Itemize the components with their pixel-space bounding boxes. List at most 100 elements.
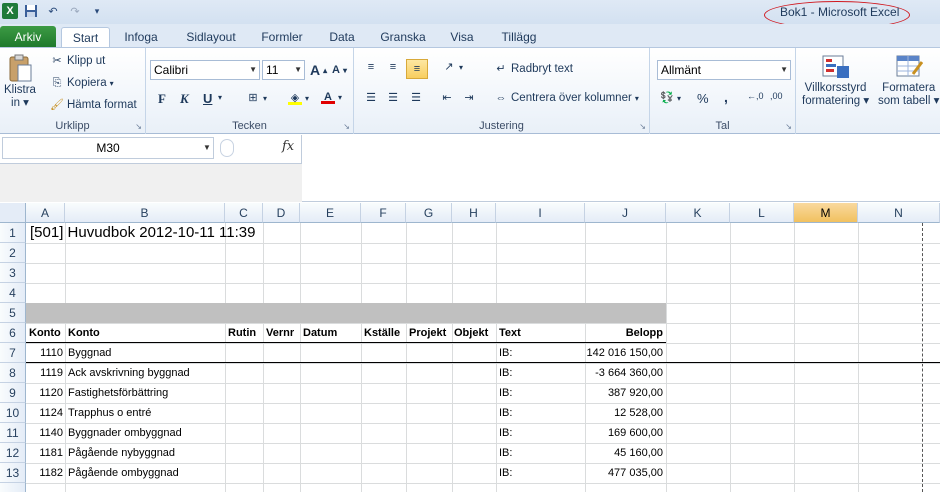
row-header-13[interactable]: 13 xyxy=(0,463,26,483)
undo-icon[interactable]: ↶ xyxy=(44,2,62,20)
cell-namn[interactable]: Byggnad xyxy=(68,343,111,363)
cell-text[interactable]: IB: xyxy=(499,403,512,423)
cell-text[interactable]: IB: xyxy=(499,363,512,383)
increase-decimal-button[interactable]: ←,0 xyxy=(747,91,764,101)
row-header-4[interactable]: 4 xyxy=(0,283,26,303)
conditional-formatting-button[interactable]: Villkorsstyrd formatering ▾ xyxy=(802,54,869,108)
header-rutin[interactable]: Rutin xyxy=(228,323,256,343)
cell-belopp[interactable]: 45 160,00 xyxy=(585,443,663,463)
row-header-1[interactable]: 1 xyxy=(0,223,26,243)
tab-formler[interactable]: Formler xyxy=(256,27,308,47)
row-header-10[interactable]: 10 xyxy=(0,403,26,423)
cell-belopp[interactable]: 169 600,00 xyxy=(585,423,663,443)
cell-belopp[interactable]: 142 016 150,00 xyxy=(585,343,663,363)
orientation-button[interactable]: ↗ ▾ xyxy=(442,60,463,74)
column-header-i[interactable]: I xyxy=(496,203,585,223)
tab-infoga[interactable]: Infoga xyxy=(116,27,166,47)
row-header-14[interactable] xyxy=(0,483,26,492)
formula-input[interactable] xyxy=(303,135,940,202)
header-datum[interactable]: Datum xyxy=(303,323,337,343)
name-box[interactable]: M30 xyxy=(2,137,214,159)
paste-button[interactable]: Klistra in ▾ xyxy=(4,53,36,110)
header-konto-nr[interactable]: Konto xyxy=(29,323,61,343)
cell-konto[interactable]: 1181 xyxy=(26,443,63,463)
tab-start[interactable]: Start xyxy=(61,27,110,47)
column-header-n[interactable]: N xyxy=(858,203,940,223)
tab-data[interactable]: Data xyxy=(322,27,362,47)
clipboard-launcher-icon[interactable]: ↘ xyxy=(135,122,142,131)
merge-center-button[interactable]: ⇔ Centrera över kolumner ▾ xyxy=(494,91,639,105)
excel-logo-icon[interactable]: X xyxy=(2,3,18,19)
fill-color-button[interactable]: ◈ ▾ xyxy=(288,91,309,105)
number-launcher-icon[interactable]: ↘ xyxy=(785,122,792,131)
align-center-button[interactable]: ☰ xyxy=(386,91,400,105)
decrease-decimal-button[interactable]: ,00 xyxy=(770,91,783,101)
borders-button[interactable]: ⊞ ▾ xyxy=(246,91,267,105)
tab-sidlayout[interactable]: Sidlayout xyxy=(180,27,242,47)
splitter-handle[interactable] xyxy=(220,139,234,157)
column-header-e[interactable]: E xyxy=(300,203,361,223)
increase-indent-button[interactable]: ⇥ xyxy=(462,91,476,105)
tab-granska[interactable]: Granska xyxy=(375,27,431,47)
cell-text[interactable]: IB: xyxy=(499,463,512,483)
copy-button[interactable]: ⎘ Kopiera ▾ xyxy=(50,76,114,90)
tab-visa[interactable]: Visa xyxy=(443,27,481,47)
cell-namn[interactable]: Ack avskrivning byggnad xyxy=(68,363,190,383)
percent-button[interactable]: % xyxy=(697,91,709,106)
header-konto-namn[interactable]: Konto xyxy=(68,323,100,343)
cell-namn[interactable]: Pågående ombyggnad xyxy=(68,463,179,483)
row-header-9[interactable]: 9 xyxy=(0,383,26,403)
column-header-g[interactable]: G xyxy=(406,203,452,223)
cell-text[interactable]: IB: xyxy=(499,423,512,443)
cell-konto[interactable]: 1119 xyxy=(26,363,63,383)
save-icon[interactable] xyxy=(22,2,40,20)
cell-namn[interactable]: Pågående nybyggnad xyxy=(68,443,175,463)
format-painter-button[interactable]: 🖌 Hämta format xyxy=(50,98,137,112)
cell-belopp[interactable]: 477 035,00 xyxy=(585,463,663,483)
align-bottom-button[interactable]: ≡ xyxy=(406,59,428,79)
cell-belopp[interactable]: 387 920,00 xyxy=(585,383,663,403)
cell-konto[interactable]: 1110 xyxy=(26,343,63,363)
shrink-font-button[interactable]: A ▾ xyxy=(332,64,347,76)
header-text[interactable]: Text xyxy=(499,323,521,343)
header-vernr[interactable]: Vernr xyxy=(266,323,294,343)
tab-tillagg[interactable]: Tillägg xyxy=(494,27,544,47)
column-header-c[interactable]: C xyxy=(225,203,263,223)
bold-button[interactable]: F xyxy=(158,91,166,107)
header-projekt[interactable]: Projekt xyxy=(409,323,446,343)
cell-belopp[interactable]: -3 664 360,00 xyxy=(585,363,663,383)
cut-button[interactable]: ✂ Klipp ut xyxy=(50,54,105,68)
align-right-button[interactable]: ☰ xyxy=(409,91,423,105)
comma-button[interactable]: , xyxy=(724,89,728,105)
row-header-3[interactable]: 3 xyxy=(0,263,26,283)
column-header-l[interactable]: L xyxy=(730,203,794,223)
grow-font-button[interactable]: A ▴ xyxy=(310,62,327,78)
row-header-12[interactable]: 12 xyxy=(0,443,26,463)
customize-qat-icon[interactable]: ▾ xyxy=(88,2,106,20)
insert-function-icon[interactable]: fx xyxy=(282,139,294,154)
font-color-button[interactable]: A ▾ xyxy=(321,90,342,104)
cell-text[interactable]: IB: xyxy=(499,383,512,403)
font-name-combo[interactable]: Calibri ▼ xyxy=(150,60,260,80)
wrap-text-button[interactable]: ↵ Radbryt text xyxy=(494,62,573,76)
cell-konto[interactable]: 1124 xyxy=(26,403,63,423)
sheet-title[interactable]: [501] Huvudbok 2012-10-11 11:39 xyxy=(30,223,255,243)
column-header-a[interactable]: A xyxy=(26,203,65,223)
cell-belopp[interactable]: 12 528,00 xyxy=(585,403,663,423)
column-header-m[interactable]: M xyxy=(794,203,858,223)
align-top-button[interactable]: ≡ xyxy=(364,60,378,74)
cell-konto[interactable]: 1140 xyxy=(26,423,63,443)
underline-button[interactable]: U xyxy=(203,91,212,106)
cell-konto[interactable]: 1182 xyxy=(26,463,63,483)
font-size-combo[interactable]: 11 ▼ xyxy=(262,60,305,80)
cell-konto[interactable]: 1120 xyxy=(26,383,63,403)
format-as-table-button[interactable]: Formatera som tabell ▾ xyxy=(878,54,939,108)
tab-arkiv[interactable]: Arkiv xyxy=(0,26,56,47)
column-header-b[interactable]: B xyxy=(65,203,225,223)
header-kstalle[interactable]: Kställe xyxy=(364,323,400,343)
accounting-format-button[interactable]: 💱 ▾ xyxy=(660,91,681,105)
italic-button[interactable]: K xyxy=(180,91,189,107)
column-header-d[interactable]: D xyxy=(263,203,300,223)
cell-text[interactable]: IB: xyxy=(499,443,512,463)
worksheet-grid[interactable]: A B C D E F G H I J K L M N 1 2 3 4 5 6 … xyxy=(0,203,940,492)
